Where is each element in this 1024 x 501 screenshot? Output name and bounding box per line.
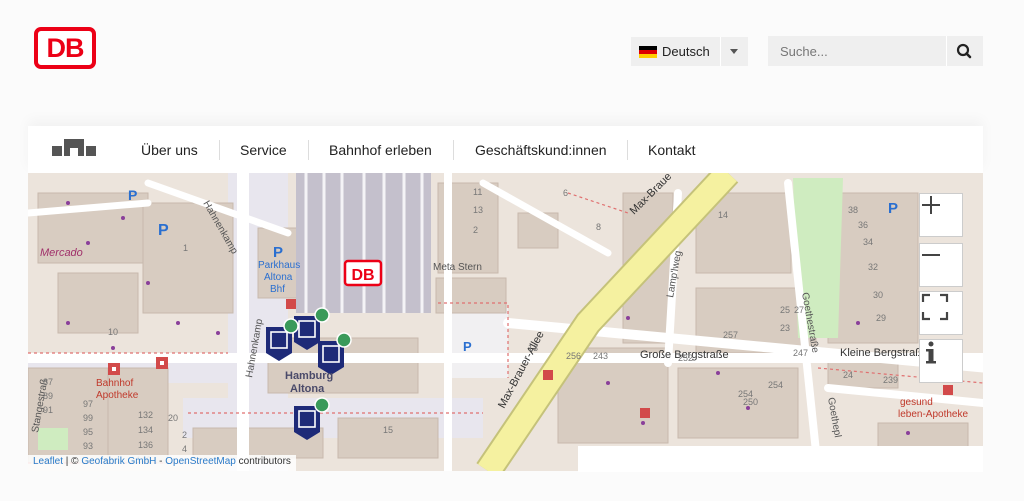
svg-text:38: 38 <box>848 205 858 215</box>
geofabrik-link[interactable]: Geofabrik GmbH <box>81 456 156 467</box>
svg-text:91: 91 <box>43 405 53 415</box>
station-map[interactable]: P P P P P DB Mercado Parkhaus Altona Bhf… <box>28 173 983 471</box>
svg-text:8: 8 <box>596 222 601 232</box>
map-attribution: Leaflet | © Geofabrik GmbH - OpenStreetM… <box>28 455 296 471</box>
openstreetmap-link[interactable]: OpenStreetMap <box>165 456 236 467</box>
svg-text:13: 13 <box>473 205 483 215</box>
svg-text:2: 2 <box>473 225 478 235</box>
svg-text:30: 30 <box>873 290 883 300</box>
language-label: Deutsch <box>662 44 710 59</box>
svg-text:Bhf: Bhf <box>270 284 285 295</box>
zoom-in-button[interactable] <box>919 193 963 237</box>
svg-text:243: 243 <box>593 351 608 361</box>
svg-text:14: 14 <box>718 210 728 220</box>
svg-text:Mercado: Mercado <box>40 247 83 259</box>
svg-text:P: P <box>128 187 137 203</box>
svg-text:6: 6 <box>563 188 568 198</box>
svg-text:P: P <box>463 339 472 354</box>
svg-text:134: 134 <box>138 425 153 435</box>
svg-text:Apotheke: Apotheke <box>96 390 139 401</box>
svg-text:254: 254 <box>768 380 783 390</box>
search-icon <box>956 43 972 59</box>
map-overlay-blank <box>578 446 983 472</box>
svg-text:13: 13 <box>528 343 538 353</box>
svg-text:20: 20 <box>168 413 178 423</box>
nav-item-geschaeftskunden[interactable]: Geschäftskund:innen <box>475 142 607 158</box>
svg-text:gesund: gesund <box>900 397 933 408</box>
nav-item-kontakt[interactable]: Kontakt <box>648 142 695 158</box>
svg-text:93: 93 <box>83 441 93 451</box>
search-input[interactable] <box>768 36 946 66</box>
svg-text:Kleine Bergstraß: Kleine Bergstraß <box>840 347 922 359</box>
info-icon <box>926 341 936 364</box>
search-box <box>768 36 983 66</box>
svg-text:89: 89 <box>43 391 53 401</box>
svg-text:4: 4 <box>182 444 187 454</box>
svg-text:Parkhaus: Parkhaus <box>258 260 300 271</box>
nav-item-ueber-uns[interactable]: Über uns <box>141 142 198 158</box>
nav-item-service[interactable]: Service <box>240 142 287 158</box>
svg-text:Hamburg: Hamburg <box>285 370 333 382</box>
svg-text:87: 87 <box>43 377 53 387</box>
svg-text:36: 36 <box>858 220 868 230</box>
db-logo[interactable]: DB <box>34 27 96 69</box>
svg-text:34: 34 <box>863 237 873 247</box>
svg-text:132: 132 <box>138 410 153 420</box>
svg-text:leben-Apotheke: leben-Apotheke <box>898 409 968 420</box>
svg-text:136: 136 <box>138 440 153 450</box>
svg-text:15: 15 <box>383 425 393 435</box>
leaflet-link[interactable]: Leaflet <box>33 456 63 467</box>
svg-text:Bahnhof: Bahnhof <box>96 378 133 389</box>
svg-text:256: 256 <box>566 351 581 361</box>
fullscreen-button[interactable] <box>919 291 963 335</box>
svg-text:Meta Stern: Meta Stern <box>433 262 482 273</box>
svg-text:P: P <box>888 200 898 217</box>
svg-text:24: 24 <box>843 370 853 380</box>
fullscreen-icon <box>921 293 949 321</box>
svg-text:23: 23 <box>780 323 790 333</box>
language-select[interactable]: Deutsch <box>631 37 748 66</box>
svg-text:97: 97 <box>83 399 93 409</box>
db-station-sign: DB <box>351 267 374 284</box>
german-flag-icon <box>639 45 657 58</box>
chevron-down-icon[interactable] <box>730 49 738 54</box>
svg-text:11: 11 <box>473 187 482 197</box>
svg-text:2: 2 <box>182 430 187 440</box>
svg-text:Altona: Altona <box>264 272 293 283</box>
station-home-icon[interactable] <box>52 136 96 158</box>
zoom-out-button[interactable] <box>919 243 963 287</box>
minus-icon <box>922 254 940 256</box>
info-button[interactable] <box>919 339 963 383</box>
svg-text:29: 29 <box>876 313 886 323</box>
svg-text:99: 99 <box>83 413 93 423</box>
svg-text:P: P <box>273 244 283 261</box>
nav-item-bahnhof-erleben[interactable]: Bahnhof erleben <box>329 142 432 158</box>
svg-text:95: 95 <box>83 427 93 437</box>
plus-icon <box>922 196 940 214</box>
svg-text:247: 247 <box>793 348 808 358</box>
svg-text:250: 250 <box>743 397 758 407</box>
svg-text:10: 10 <box>108 327 118 337</box>
svg-text:257: 257 <box>723 330 738 340</box>
svg-text:27: 27 <box>794 305 804 315</box>
search-button[interactable] <box>946 36 983 66</box>
svg-text:25: 25 <box>780 305 790 315</box>
svg-text:1: 1 <box>183 243 188 253</box>
main-nav: Über uns Service Bahnhof erleben Geschäf… <box>28 126 983 173</box>
svg-text:252: 252 <box>678 353 693 363</box>
svg-text:239: 239 <box>883 375 898 385</box>
map-tiles[interactable]: P P P P P DB Mercado Parkhaus Altona Bhf… <box>28 173 983 471</box>
svg-text:P: P <box>158 222 169 239</box>
svg-text:Altona: Altona <box>290 383 325 395</box>
svg-text:32: 32 <box>868 262 878 272</box>
